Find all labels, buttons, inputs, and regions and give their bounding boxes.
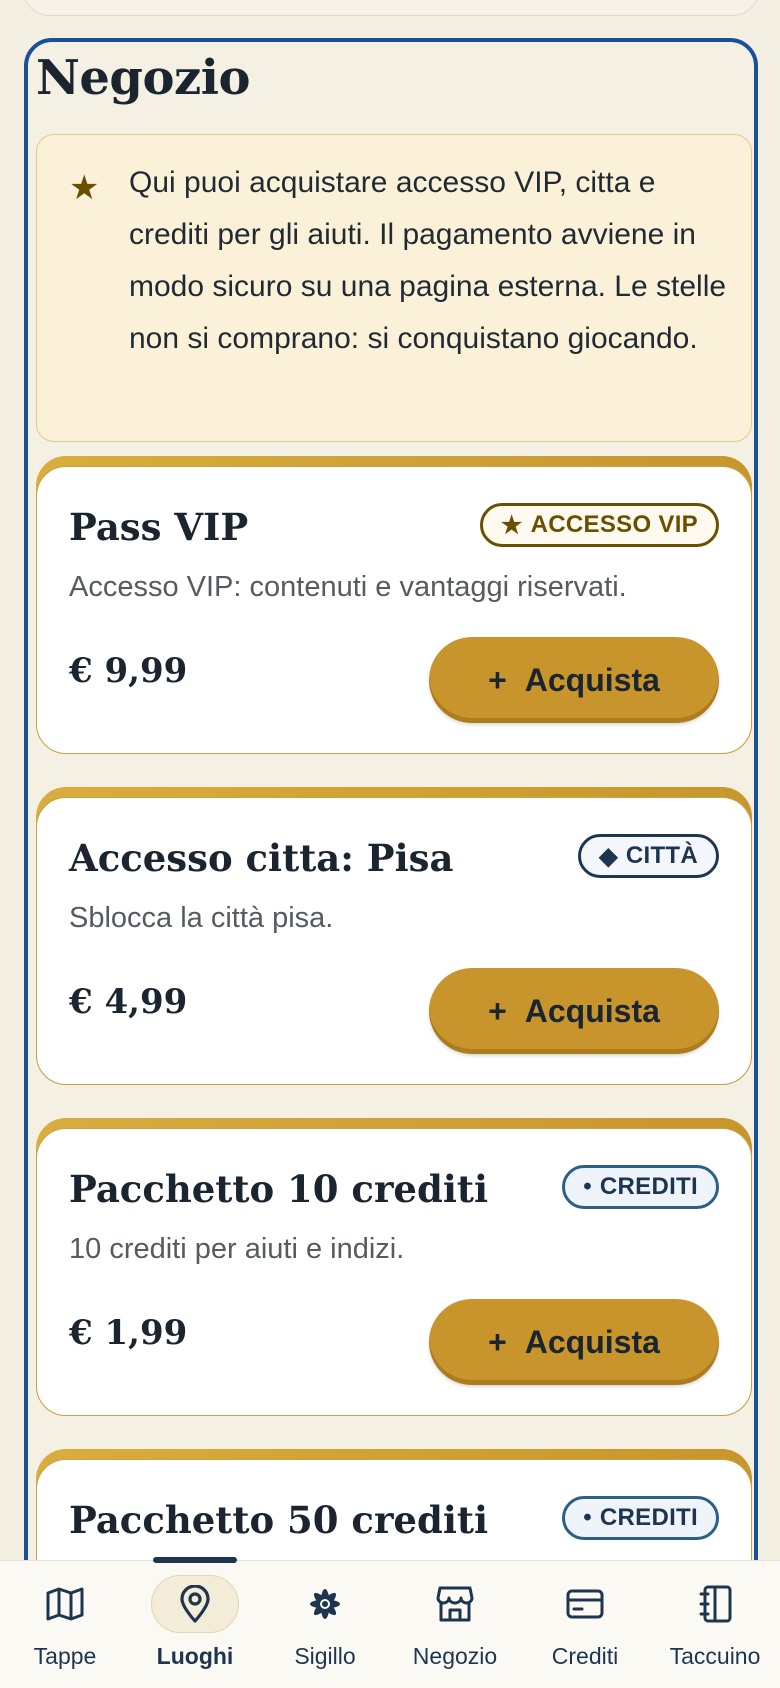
nav-label: Negozio: [412, 1643, 498, 1669]
nav-label: Tappe: [33, 1643, 97, 1669]
product-price: € 1,99: [69, 1313, 188, 1353]
info-notice: ★ Qui puoi acquistare accesso VIP, citta…: [36, 134, 752, 442]
seal-icon: [281, 1575, 369, 1633]
product-card-credits-10: Pacchetto 10 crediti • CREDITI 10 credit…: [36, 1118, 752, 1416]
shop-panel: Negozio ★ Qui puoi acquistare accesso VI…: [24, 38, 758, 1688]
map-icon: [21, 1575, 109, 1633]
dot-icon: •: [583, 1504, 592, 1531]
nav-label: Sigillo: [294, 1643, 356, 1669]
star-icon: ★: [500, 511, 523, 539]
product-badge: • CREDITI: [562, 1165, 719, 1209]
plus-icon: +: [488, 1323, 507, 1360]
nav-item-negozio[interactable]: Negozio: [390, 1561, 520, 1688]
store-icon: [411, 1575, 499, 1633]
product-price: € 9,99: [69, 651, 188, 691]
previous-card-edge: [22, 0, 760, 16]
product-description: 10 crediti per aiuti e indizi.: [69, 1233, 405, 1265]
buy-button[interactable]: + Acquista: [429, 1299, 719, 1385]
badge-label: CREDITI: [599, 1173, 698, 1200]
product-card-vip: Pass VIP ★ ACCESSO VIP Accesso VIP: cont…: [36, 456, 752, 754]
nav-label: Crediti: [551, 1643, 619, 1669]
nav-item-tappe[interactable]: Tappe: [0, 1561, 130, 1688]
buy-button-label: Acquista: [524, 661, 660, 698]
buy-button[interactable]: + Acquista: [429, 968, 719, 1054]
nav-label: Luoghi: [156, 1643, 234, 1669]
product-title: Pacchetto 10 crediti: [69, 1167, 489, 1211]
credit-card-icon: [541, 1575, 629, 1633]
badge-label: CREDITI: [599, 1504, 698, 1531]
plus-icon: +: [488, 661, 507, 698]
badge-label: ACCESSO VIP: [530, 511, 698, 538]
dot-icon: •: [583, 1173, 592, 1200]
page-title: Negozio: [36, 50, 251, 106]
product-title: Accesso citta: Pisa: [69, 836, 454, 880]
buy-button-label: Acquista: [524, 992, 660, 1029]
product-badge: ★ ACCESSO VIP: [479, 503, 719, 547]
location-pin-icon: [151, 1575, 239, 1633]
buy-button-label: Acquista: [524, 1323, 660, 1360]
product-badge: • CREDITI: [562, 1496, 719, 1540]
product-title: Pass VIP: [69, 505, 249, 549]
nav-item-taccuino[interactable]: Taccuino: [650, 1561, 780, 1688]
buy-button[interactable]: + Acquista: [429, 637, 719, 723]
product-description: Sblocca la città pisa.: [69, 902, 334, 934]
star-icon: ★: [69, 168, 100, 208]
nav-item-luoghi[interactable]: Luoghi: [130, 1557, 260, 1688]
product-price: € 4,99: [69, 982, 188, 1022]
product-card-city: Accesso citta: Pisa ◆ CITTÀ Sblocca la c…: [36, 787, 752, 1085]
product-title: Pacchetto 50 crediti: [69, 1498, 489, 1542]
plus-icon: +: [488, 992, 507, 1029]
product-badge: ◆ CITTÀ: [578, 834, 719, 878]
badge-label: CITTÀ: [625, 842, 698, 869]
diamond-icon: ◆: [599, 842, 618, 870]
nav-item-sigillo[interactable]: Sigillo: [260, 1561, 390, 1688]
notice-text: Qui puoi acquistare accesso VIP, citta e…: [129, 166, 727, 355]
notebook-icon: [671, 1575, 759, 1633]
product-description: Accesso VIP: contenuti e vantaggi riserv…: [69, 571, 627, 603]
bottom-navigation: Tappe Luoghi Sigillo Negozio Crediti Tac…: [0, 1557, 780, 1688]
nav-label: Taccuino: [669, 1643, 761, 1669]
nav-item-crediti[interactable]: Crediti: [520, 1561, 650, 1688]
